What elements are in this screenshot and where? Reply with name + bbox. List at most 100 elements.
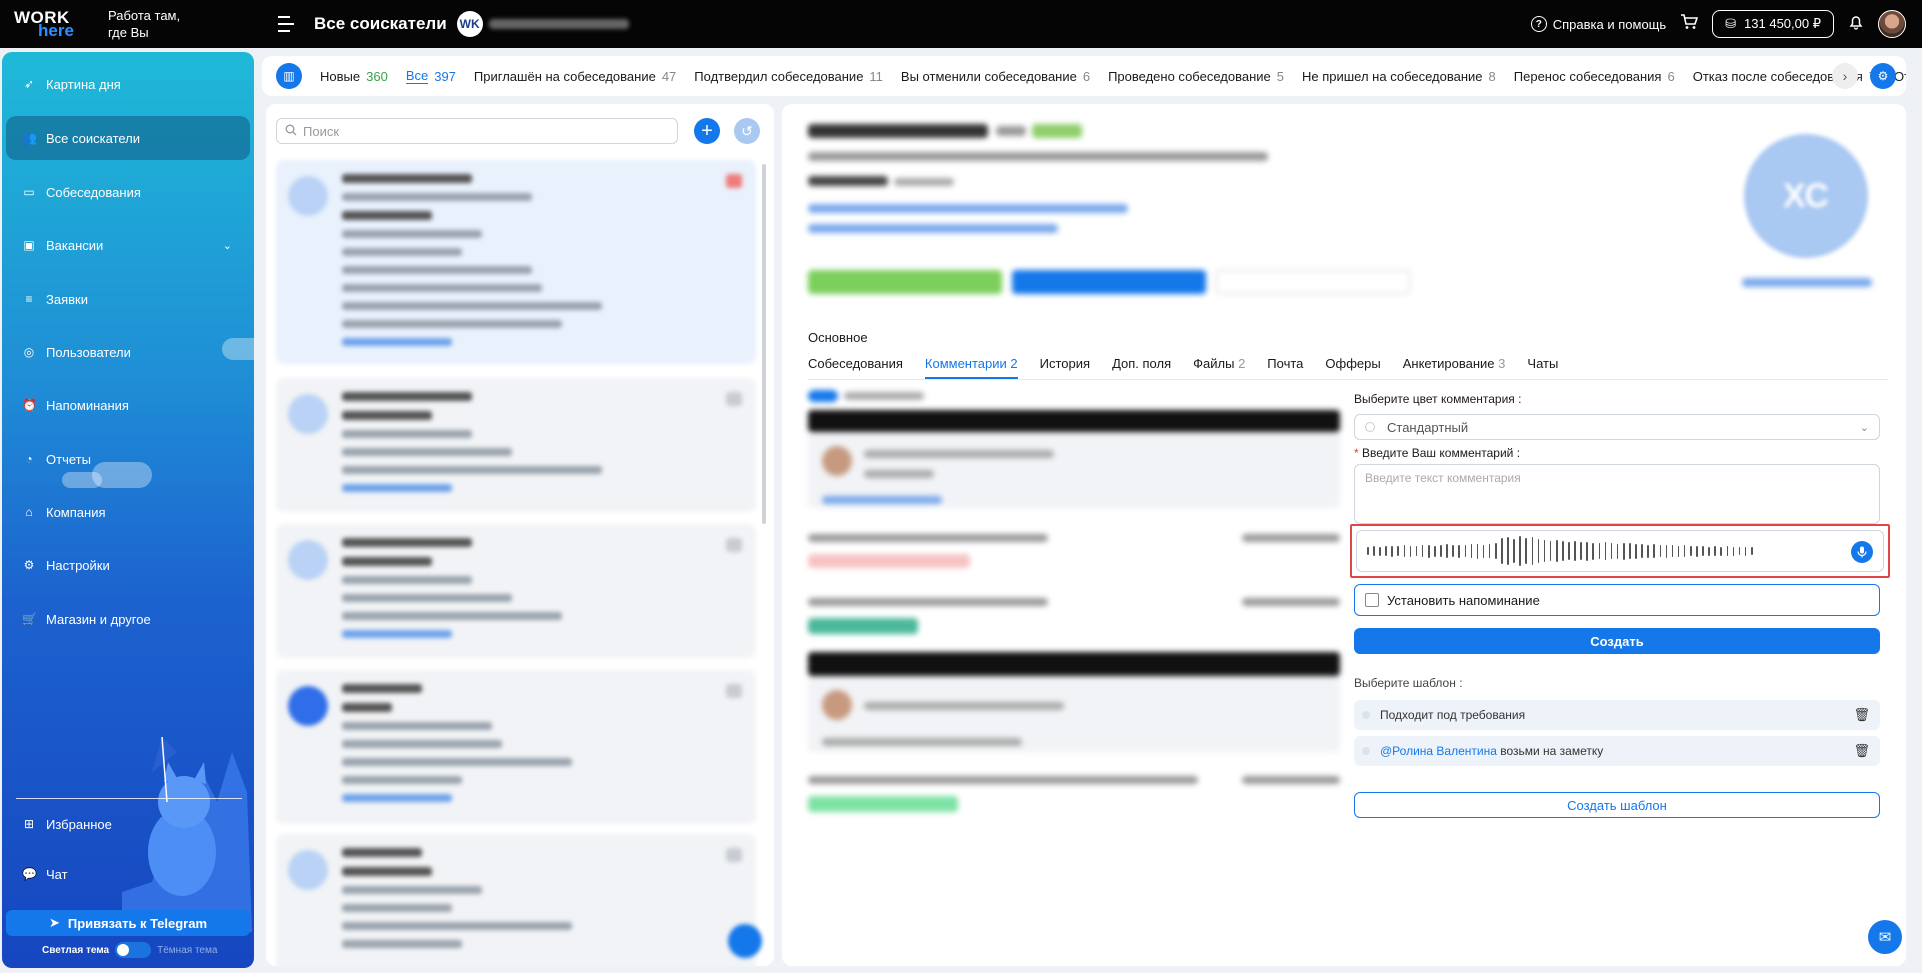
sidebar-item-all-candidates[interactable]: 👥 Все соискатели	[6, 116, 250, 160]
waveform-bar	[1373, 546, 1375, 556]
chevron-right-icon[interactable]: ›	[1832, 63, 1858, 89]
bell-icon[interactable]	[1848, 14, 1864, 35]
comment-label: * Введите Ваш комментарий :	[1354, 446, 1521, 460]
sidebar-item-reports[interactable]: ◔ Отчеты	[6, 437, 250, 481]
waveform-bar	[1738, 547, 1741, 555]
sidebar-divider	[16, 798, 242, 799]
briefcase-icon: ▣	[23, 238, 35, 252]
waveform-bar	[1635, 543, 1637, 559]
waveform-bar	[1665, 544, 1668, 558]
waveform-bar	[1494, 543, 1497, 559]
sidebar-item-users[interactable]: ◎ Пользователи	[6, 330, 250, 374]
list-item[interactable]	[276, 670, 756, 824]
tab-all[interactable]: Все 397	[405, 68, 456, 84]
waveform-bar	[1513, 539, 1515, 563]
telegram-icon: ➤	[48, 915, 60, 930]
waveform-bar	[1367, 547, 1369, 555]
tab-comments[interactable]: Комментарии 2	[924, 356, 1018, 379]
create-comment-button[interactable]: Создать	[1354, 628, 1880, 654]
voice-recorder[interactable]	[1356, 530, 1884, 572]
sidebar-item-reminders[interactable]: ⏰ Напоминания	[6, 383, 250, 427]
waveform-bar	[1488, 544, 1491, 558]
waveform-bar	[1507, 537, 1509, 565]
balance-button[interactable]: ⛁ 131 450,00 ₽	[1712, 10, 1834, 38]
sidebar-item-company[interactable]: ⌂ Компания	[6, 490, 250, 534]
waveform-bar	[1531, 537, 1534, 565]
waveform-bar	[1592, 542, 1595, 560]
tab-cancelled[interactable]: Вы отменили собеседование 6	[901, 69, 1090, 84]
search-input[interactable]: Поиск	[276, 118, 678, 144]
sidebar-item-interviews[interactable]: ▭ Собеседования	[6, 170, 250, 214]
waveform-bar	[1446, 544, 1448, 558]
waveform-bar	[1714, 546, 1716, 556]
detail-tabs: Собеседования Комментарии 2 История Доп.…	[808, 356, 1888, 380]
profile-avatar[interactable]	[1878, 10, 1906, 38]
tab-offers[interactable]: Офферы	[1325, 356, 1380, 379]
trash-icon[interactable]: 🗑	[1853, 743, 1870, 759]
support-chat-icon[interactable]: ✉	[1868, 920, 1902, 954]
tab-new[interactable]: Новые 360	[320, 69, 388, 84]
comment-textarea[interactable]: Введите текст комментария	[1354, 464, 1880, 524]
color-swatch	[1365, 422, 1375, 432]
reminder-toggle[interactable]: Установить напоминание	[1354, 584, 1880, 616]
waveform-bar	[1403, 545, 1406, 557]
filter-settings-icon[interactable]: ⚙	[1870, 63, 1896, 89]
sidebar-item-settings[interactable]: ⚙ Настройки	[6, 543, 250, 587]
sidebar-item-favorites[interactable]: ⊞ Избранное	[6, 802, 250, 846]
telegram-link-button[interactable]: ➤ Привязать к Telegram	[6, 910, 250, 936]
create-template-button[interactable]: Создать шаблон	[1354, 792, 1880, 818]
menu-toggle-icon[interactable]	[278, 16, 298, 32]
tab-history[interactable]: История	[1040, 356, 1090, 379]
waveform-bar	[1622, 542, 1625, 560]
waveform-bar	[1574, 541, 1576, 561]
tab-rescheduled[interactable]: Перенос собеседования 6	[1514, 69, 1675, 84]
trash-icon[interactable]: 🗑	[1853, 707, 1870, 723]
tab-interviews[interactable]: Собеседования	[808, 356, 903, 379]
waveform-bar	[1519, 536, 1521, 566]
waveform-bar	[1562, 541, 1564, 561]
template-item[interactable]: Подходит под требования 🗑	[1354, 700, 1880, 730]
tab-mail[interactable]: Почта	[1267, 356, 1303, 379]
list-item[interactable]	[276, 378, 756, 512]
analytics-icon[interactable]: ▥	[276, 63, 302, 89]
scrollbar[interactable]	[762, 164, 766, 524]
waveform-bar	[1537, 539, 1540, 563]
sidebar-item-chat[interactable]: 💬 Чат	[6, 852, 250, 896]
cart-icon[interactable]	[1680, 13, 1699, 35]
waveform-bar	[1647, 544, 1649, 558]
tab-extra-fields[interactable]: Доп. поля	[1112, 356, 1171, 379]
microphone-icon[interactable]	[1851, 541, 1873, 563]
tab-conducted[interactable]: Проведено собеседование 5	[1108, 69, 1284, 84]
tab-chats[interactable]: Чаты	[1527, 356, 1558, 379]
list-action-button[interactable]	[728, 924, 762, 958]
sidebar-item-shop[interactable]: 🛒 Магазин и другое	[6, 597, 250, 641]
help-link[interactable]: ? Справка и помощь	[1530, 16, 1666, 32]
reminder-checkbox[interactable]	[1365, 593, 1379, 607]
avatar: WK	[456, 11, 483, 37]
tab-surveys[interactable]: Анкетирование 3	[1403, 356, 1506, 379]
tab-confirmed[interactable]: Подтвердил собеседование 11	[694, 69, 883, 84]
tab-invited[interactable]: Приглашён на собеседование 47	[474, 69, 676, 84]
template-item[interactable]: @Ролина Валентина возьми на заметку 🗑	[1354, 736, 1880, 766]
waveform-bar	[1744, 546, 1747, 556]
history-icon[interactable]: ↺	[734, 118, 760, 144]
sidebar-item-requests[interactable]: ≡ Заявки	[6, 277, 250, 321]
list-item[interactable]	[276, 160, 756, 364]
tab-files[interactable]: Файлы 2	[1193, 356, 1245, 379]
list-item[interactable]	[276, 834, 756, 966]
waveform-bar	[1391, 545, 1393, 557]
comment-color-select[interactable]: Стандартный ⌄	[1354, 414, 1880, 440]
top-bar: WORK here Работа там, где Вы Все соискат…	[0, 0, 1922, 48]
logo[interactable]: WORK here	[0, 9, 90, 39]
theme-toggle[interactable]	[115, 942, 152, 958]
current-user-chip[interactable]: WK	[456, 11, 629, 37]
tab-no-show[interactable]: Не пришел на собеседование 8	[1302, 69, 1496, 84]
waveform-bar	[1689, 546, 1692, 556]
color-label: Выберите цвет комментария :	[1354, 392, 1522, 406]
chart-ring-icon: ◔	[25, 452, 33, 466]
list-item[interactable]	[276, 524, 756, 658]
add-candidate-button[interactable]: +	[694, 118, 720, 144]
sidebar-item-vacancies[interactable]: ▣ Вакансии ⌄	[6, 223, 250, 267]
sidebar-item-day-overview[interactable]: ➶ Картина дня	[6, 62, 250, 106]
waveform-bar	[1501, 538, 1503, 564]
